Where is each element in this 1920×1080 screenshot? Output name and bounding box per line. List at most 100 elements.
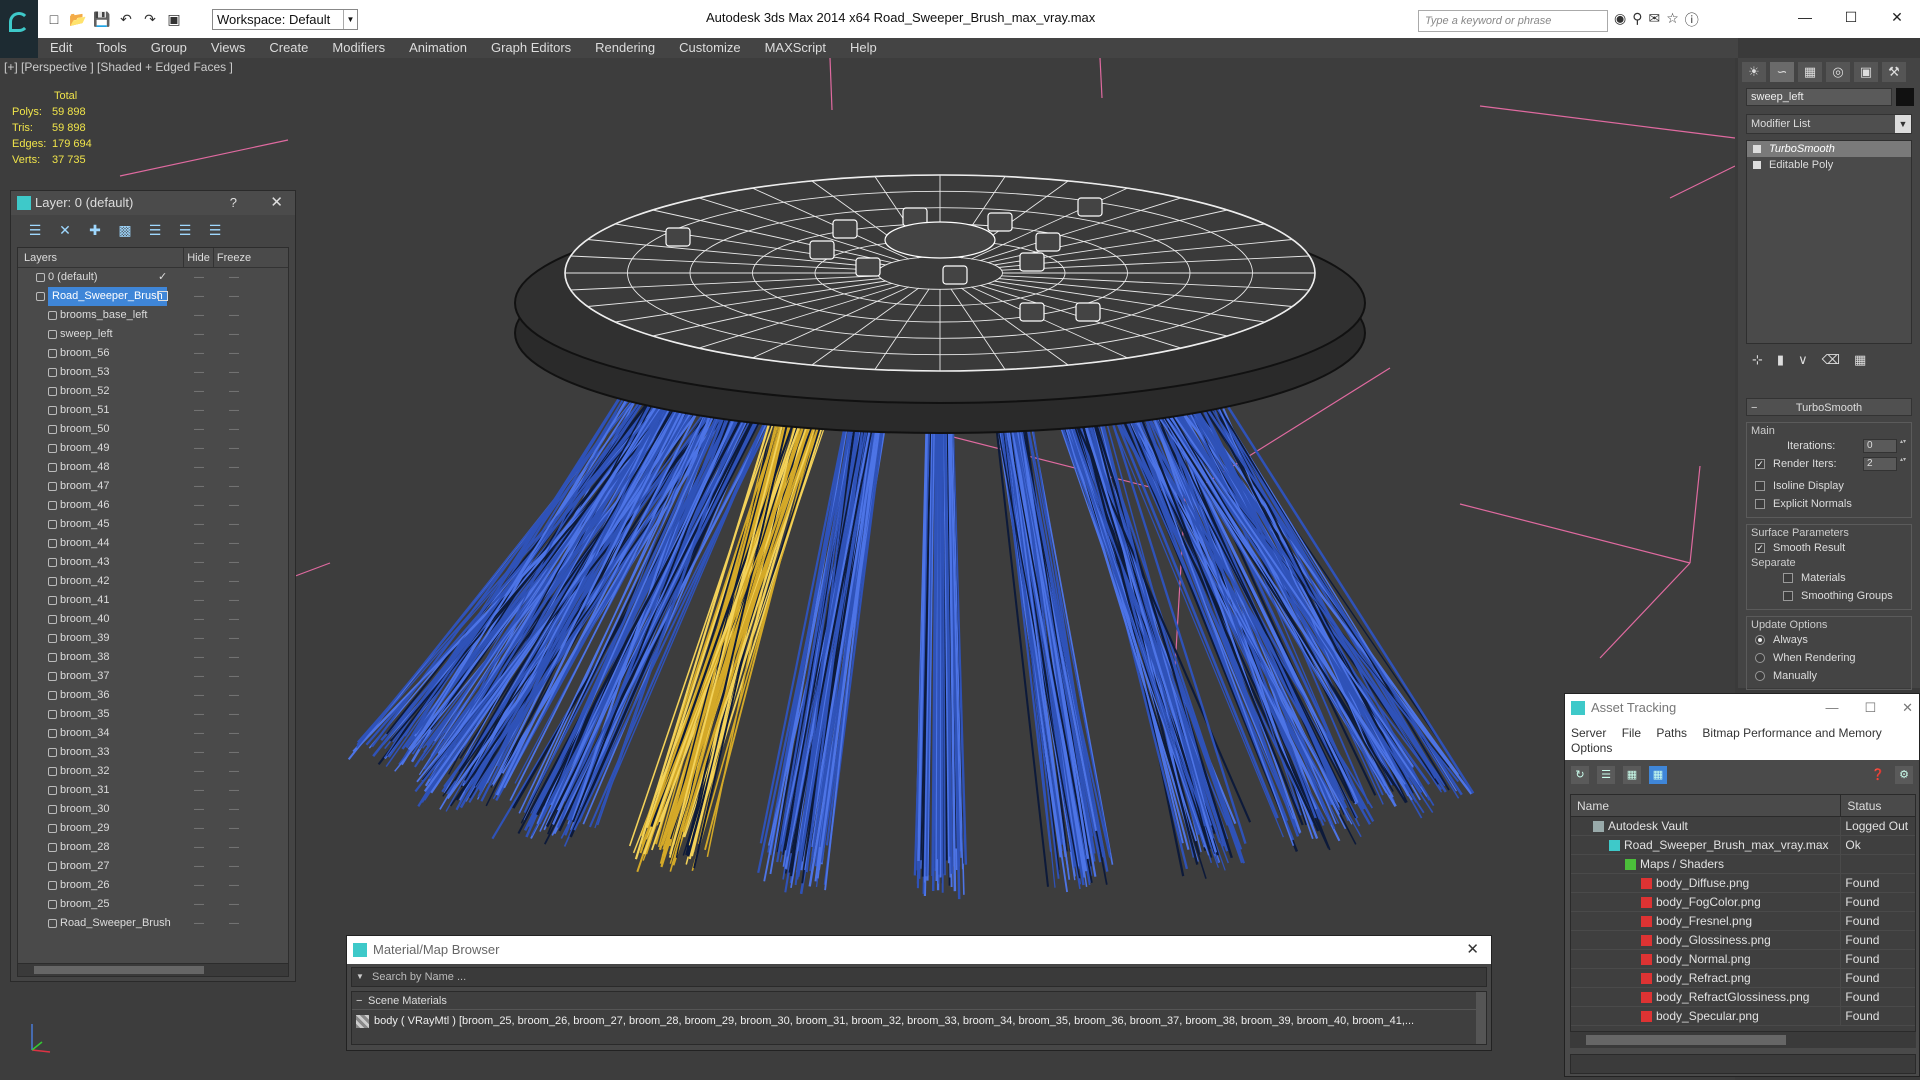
layer-row[interactable]: broom_30 — — [18,800,288,819]
asset-tracking-header[interactable]: Asset Tracking — ☐ ✕ [1565,694,1919,722]
asset-row[interactable]: Road_Sweeper_Brush_max_vray.max Ok [1571,836,1915,855]
scrollbar-thumb[interactable] [34,966,204,974]
menu-modifiers[interactable]: Modifiers [320,38,397,58]
layer-name-cell[interactable]: broom_29 [18,819,184,838]
layer-row[interactable]: broom_47 — — [18,477,288,496]
explicit-normals-checkbox[interactable] [1755,499,1765,509]
menu-group[interactable]: Group [139,38,199,58]
freeze-toggle[interactable]: — [214,401,254,420]
workspace-dropdown[interactable]: Workspace: Default ▼ [212,9,358,30]
freeze-toggle[interactable]: — [214,268,254,287]
layer-row[interactable]: broom_34 — — [18,724,288,743]
freeze-toggle[interactable]: — [214,344,254,363]
layer-row[interactable]: broom_26 — — [18,876,288,895]
freeze-toggle[interactable]: — [214,325,254,344]
freeze-toggle[interactable]: — [214,477,254,496]
close-icon[interactable]: ✕ [1874,0,1920,34]
layer-name-cell[interactable]: broom_44 [18,534,184,553]
hide-toggle[interactable]: — [184,629,214,648]
freeze-toggle[interactable]: — [214,724,254,743]
manually-radio[interactable] [1755,671,1765,681]
layer-row[interactable]: broom_31 — — [18,781,288,800]
add-to-layer-icon[interactable]: ✚ [85,221,105,239]
asset-path-field[interactable] [1570,1054,1916,1074]
layer-name-cell[interactable]: broom_53 [18,363,184,382]
expand-icon[interactable] [1753,161,1761,169]
smoothing-groups-checkbox[interactable] [1783,591,1793,601]
minimize-icon[interactable]: — [1825,694,1838,722]
thumbnail-view-icon[interactable]: ▦ [1623,766,1641,784]
subscription-icon[interactable]: ⚲ [1632,10,1642,30]
col-layers[interactable]: Layers [18,248,184,267]
hide-toggle[interactable]: — [184,781,214,800]
freeze-toggle[interactable]: — [214,629,254,648]
layer-row[interactable]: broom_51 — — [18,401,288,420]
render-iters-checkbox[interactable]: ✓ [1755,459,1765,469]
help-icon[interactable]: ❓ [1869,766,1887,784]
hide-toggle[interactable]: — [184,667,214,686]
utilities-tab-icon[interactable]: ⚒ [1882,62,1906,82]
layer-row[interactable]: broom_45 — — [18,515,288,534]
freeze-toggle[interactable]: — [214,800,254,819]
freeze-toggle[interactable]: — [214,762,254,781]
freeze-toggle[interactable]: — [214,781,254,800]
freeze-toggle[interactable]: — [214,895,254,914]
freeze-toggle[interactable]: — [214,420,254,439]
binoculars-icon[interactable]: ◉ [1614,10,1626,30]
menu-file[interactable]: File [1622,726,1641,740]
hide-toggle[interactable]: — [184,838,214,857]
freeze-toggle[interactable]: — [214,287,254,306]
when-rendering-radio[interactable] [1755,653,1765,663]
menu-options[interactable]: Options [1571,741,1612,755]
hide-toggle[interactable]: — [184,515,214,534]
layer-row[interactable]: broom_50 — — [18,420,288,439]
highlight-layer-icon[interactable]: ☰ [145,221,165,239]
iterations-spinner[interactable]: 0 [1863,439,1908,453]
freeze-toggle[interactable]: — [214,591,254,610]
freeze-toggle[interactable]: — [214,686,254,705]
hide-toggle[interactable]: — [184,705,214,724]
hide-toggle[interactable]: — [184,800,214,819]
hide-toggle[interactable]: — [184,914,214,933]
freeze-toggle[interactable]: — [214,648,254,667]
motion-tab-icon[interactable]: ◎ [1826,62,1850,82]
freeze-toggle[interactable]: — [214,382,254,401]
layer-row[interactable]: broom_27 — — [18,857,288,876]
create-layer-icon[interactable]: ☰ [25,221,45,239]
layer-row[interactable]: broom_29 — — [18,819,288,838]
hide-all-icon[interactable]: ☰ [175,221,195,239]
layer-row[interactable]: broom_49 — — [18,439,288,458]
hide-toggle[interactable]: — [184,572,214,591]
layer-name-cell[interactable]: broom_32 [18,762,184,781]
layer-name-cell[interactable]: broom_37 [18,667,184,686]
brush-base-disc[interactable] [514,174,1366,434]
layer-row[interactable]: Road_Sweeper_Brush — — [18,914,288,933]
maximize-icon[interactable]: ☐ [1828,0,1874,34]
freeze-toggle[interactable]: — [214,458,254,477]
viewport-label[interactable]: [+] [Perspective ] [Shaded + Edged Faces… [4,60,233,74]
layer-row[interactable]: sweep_left — — [18,325,288,344]
layer-name-cell[interactable]: broom_52 [18,382,184,401]
layer-row[interactable]: broom_28 — — [18,838,288,857]
layer-row[interactable]: broom_44 — — [18,534,288,553]
horizontal-scrollbar[interactable] [1570,1032,1916,1048]
hide-toggle[interactable]: — [184,363,214,382]
hide-toggle[interactable]: — [184,591,214,610]
layer-name-cell[interactable]: broom_36 [18,686,184,705]
modify-tab-icon[interactable]: ∽ [1770,62,1794,82]
scene-materials-group[interactable]: Scene Materials [352,992,1486,1010]
layer-name-cell[interactable]: broom_41 [18,591,184,610]
freeze-toggle[interactable]: — [214,705,254,724]
show-end-result-icon[interactable]: ▮ [1777,352,1784,370]
hide-toggle[interactable]: — [184,268,214,287]
asset-row[interactable]: body_Normal.png Found [1571,950,1915,969]
layer-row[interactable]: Road_Sweeper_Brush — — [18,287,288,306]
freeze-toggle[interactable]: — [214,439,254,458]
layer-name-cell[interactable]: broom_35 [18,705,184,724]
layer-row[interactable]: broom_52 — — [18,382,288,401]
menu-customize[interactable]: Customize [667,38,752,58]
help-icon[interactable]: ⓘ [1685,10,1699,30]
asset-row[interactable]: body_Specular.png Found [1571,1007,1915,1026]
layer-name-cell[interactable]: broom_47 [18,477,184,496]
layer-panel-header[interactable]: Layer: 0 (default) ? ✕ [11,191,295,215]
